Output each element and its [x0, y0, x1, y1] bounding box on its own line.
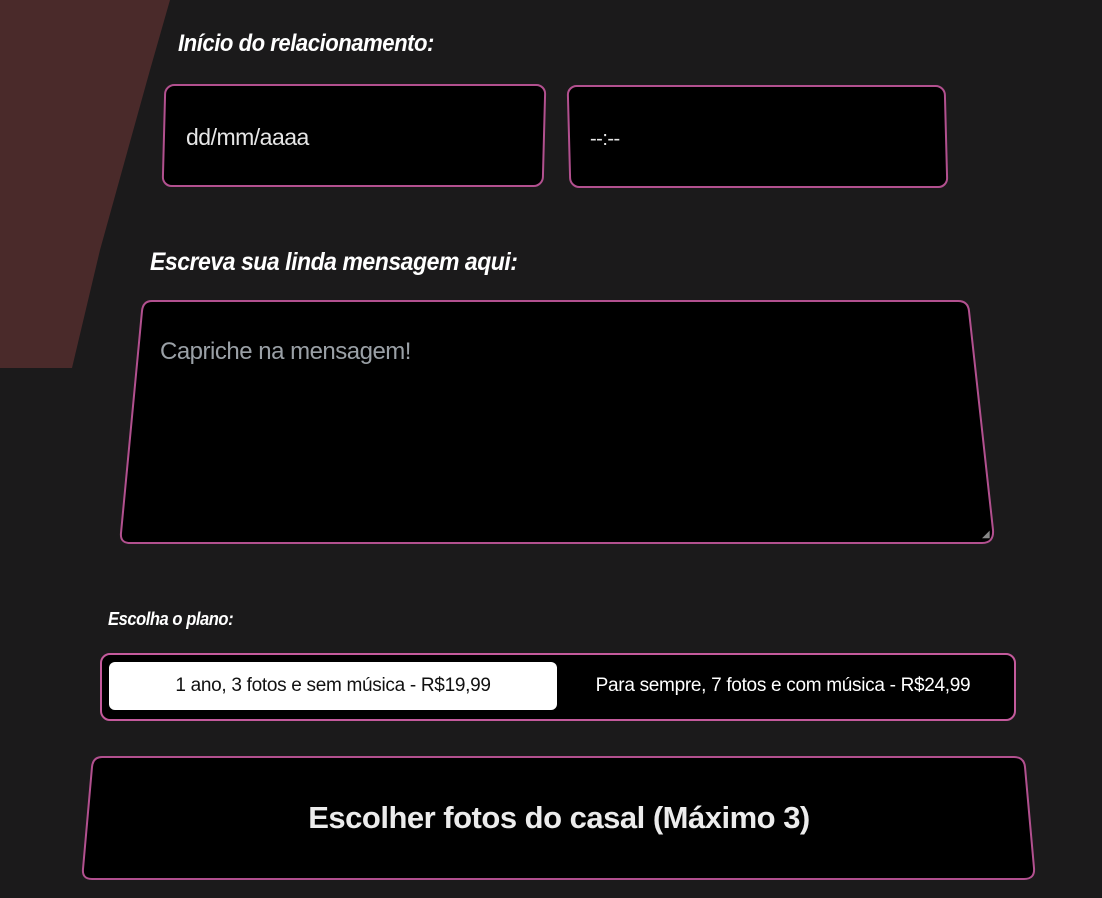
choose-photos-label: Escolher fotos do casal (Máximo 3) — [308, 800, 810, 835]
page: Início do relacionamento: dd/mm/aaaa --:… — [0, 0, 1102, 898]
